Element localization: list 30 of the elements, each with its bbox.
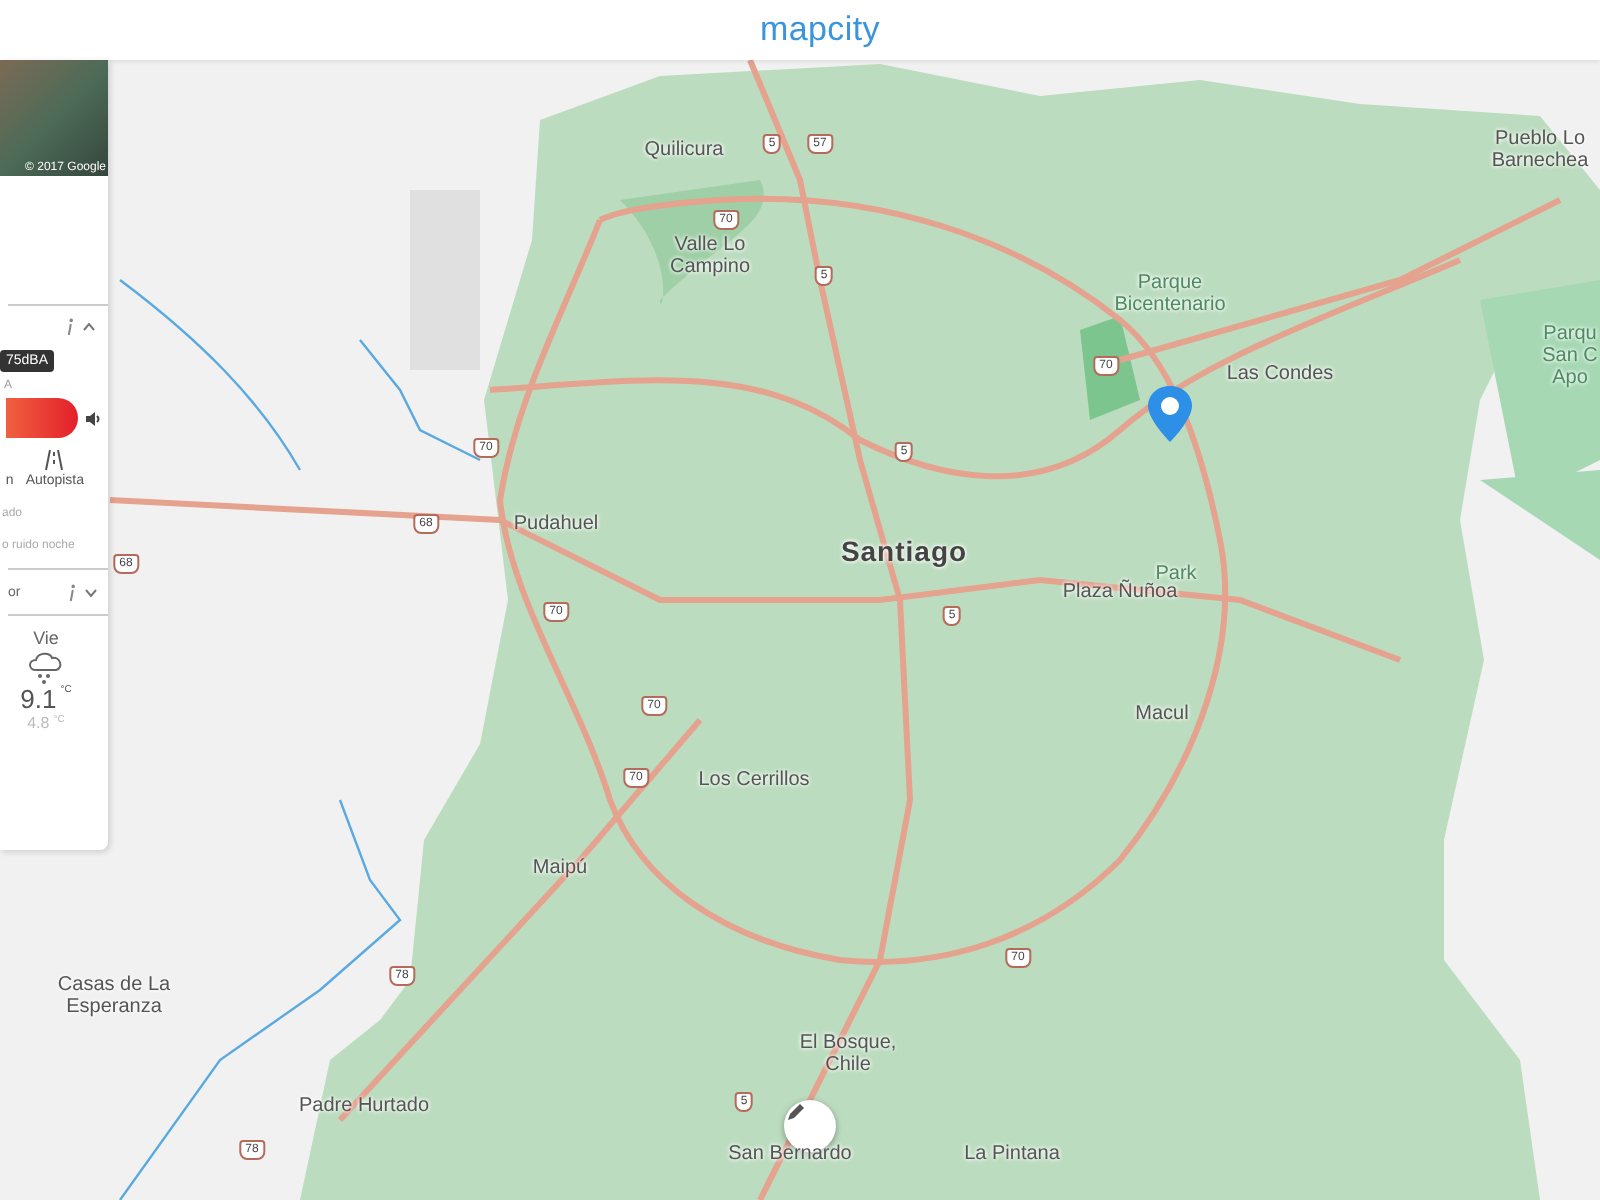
chevron-up-icon[interactable]	[82, 321, 96, 331]
rain-cloud-icon	[25, 648, 66, 684]
speaker-icon[interactable]	[84, 409, 102, 427]
place-label: Quilicura	[644, 139, 724, 161]
place-label: Los Cerrillos	[698, 769, 810, 791]
logo[interactable]: mapcity	[720, 10, 880, 50]
place-label: Pueblo Lo Barnechea	[1489, 128, 1591, 172]
place-label: Parqu San C Apo	[1542, 323, 1598, 389]
chevron-down-icon[interactable]	[84, 587, 98, 597]
place-label: El Bosque, Chile	[797, 1032, 899, 1076]
place-label: San Bernardo	[728, 1143, 852, 1165]
info-icon[interactable]	[66, 317, 74, 335]
place-label: Parque Bicentenario	[1112, 272, 1228, 316]
place-label: La Pintana	[964, 1143, 1060, 1165]
place-label: Valle Lo Campino	[667, 234, 753, 278]
place-label: Casas de La Esperanza	[55, 974, 173, 1018]
location-pin-icon[interactable]	[1146, 384, 1194, 444]
place-label: Las Condes	[1226, 363, 1334, 385]
place-label: Plaza Ñuñoa	[1062, 581, 1178, 603]
place-label: Park	[1155, 563, 1197, 585]
place-label: Macul	[1135, 703, 1189, 725]
info-icon[interactable]	[68, 583, 76, 601]
weekday-label: Vie	[33, 628, 59, 648]
place-label: Pudahuel	[513, 513, 599, 535]
road-icon	[44, 448, 65, 472]
place-label: Padre Hurtado	[298, 1095, 430, 1117]
noise-gradient-bar	[6, 398, 78, 438]
pencil-icon	[784, 1100, 808, 1124]
place-label: Maipú	[532, 857, 588, 879]
place-label: Santiago	[840, 536, 968, 568]
